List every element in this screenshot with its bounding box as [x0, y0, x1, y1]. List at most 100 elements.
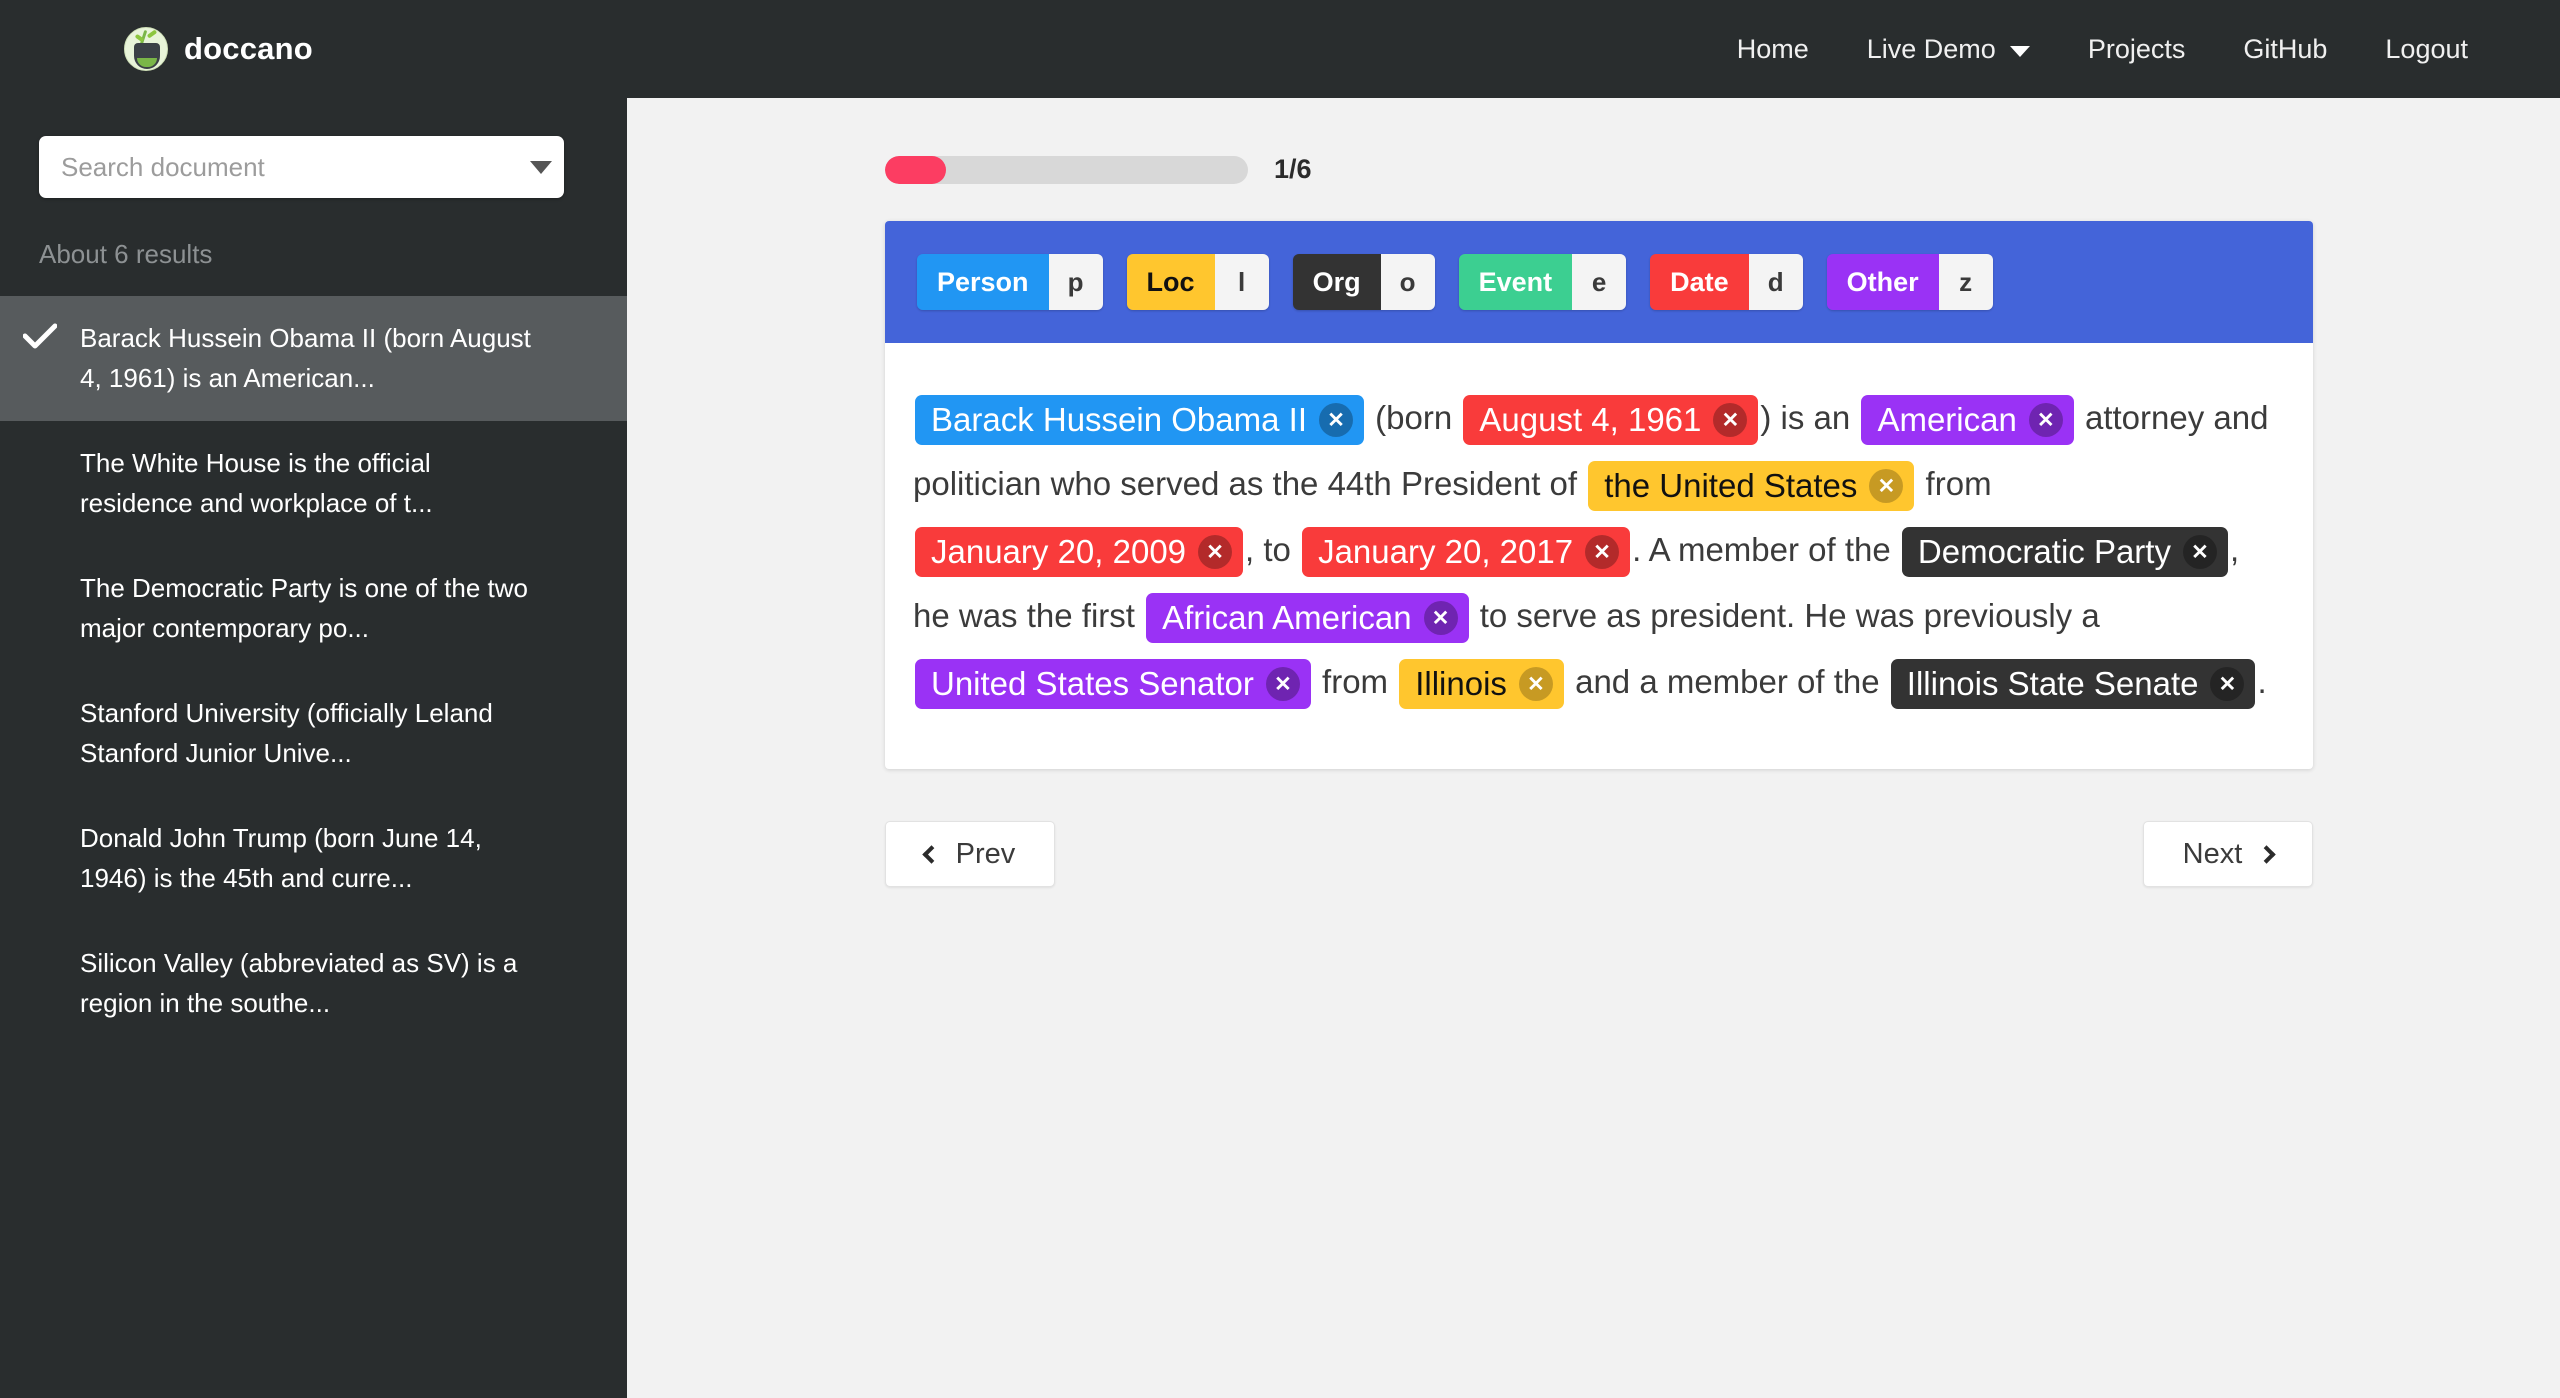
- document-list-item-text: Barack Hussein Obama II (born August 4, …: [80, 323, 531, 393]
- plain-text: . A member of the: [1632, 531, 1900, 568]
- label-chip-shortcut: z: [1938, 254, 1993, 310]
- entity-annotation[interactable]: Illinois ✕: [1399, 659, 1564, 710]
- document-list-item[interactable]: Stanford University (officially Leland S…: [0, 671, 627, 796]
- doccano-panda-logo: [124, 27, 168, 71]
- close-icon[interactable]: ✕: [1585, 535, 1620, 570]
- document-list-item[interactable]: Silicon Valley (abbreviated as SV) is a …: [0, 921, 627, 1046]
- document-list: Barack Hussein Obama II (born August 4, …: [0, 296, 627, 1046]
- label-chip-event[interactable]: Event e: [1458, 254, 1627, 310]
- entity-text: Democratic Party: [1917, 533, 2171, 571]
- entity-annotation[interactable]: United States Senator ✕: [915, 659, 1311, 710]
- document-list-item[interactable]: Donald John Trump (born June 14, 1946) i…: [0, 796, 627, 921]
- search-input[interactable]: [39, 151, 518, 183]
- nav-link-projects[interactable]: Projects: [2088, 34, 2186, 65]
- brand[interactable]: doccano: [124, 27, 313, 71]
- chevron-right-icon: [2257, 844, 2277, 864]
- close-icon[interactable]: ✕: [1198, 535, 1233, 570]
- nav-link-home-label: Home: [1736, 33, 1809, 64]
- document-list-item-text: The White House is the official residenc…: [80, 448, 433, 518]
- plain-text: (born: [1366, 399, 1462, 436]
- nav-link-github[interactable]: GitHub: [2243, 34, 2327, 65]
- progress-bar: [885, 155, 1248, 184]
- close-icon[interactable]: ✕: [1319, 403, 1353, 438]
- entity-text: American: [1877, 401, 2017, 439]
- label-chip-name: Person: [917, 254, 1049, 310]
- label-chip-loc[interactable]: Loc l: [1126, 254, 1269, 310]
- progress-bar-fill: [885, 155, 946, 184]
- entity-text: United States Senator: [931, 665, 1254, 703]
- document-text[interactable]: Barack Hussein Obama II ✕ (born August 4,…: [885, 343, 2313, 769]
- main-content: 1/6 Person p Loc l Org o Event e Date d Other z Bar…: [627, 98, 2560, 1398]
- results-count: About 6 results: [39, 239, 213, 269]
- label-chip-shortcut: d: [1748, 254, 1803, 310]
- label-chip-name: Org: [1292, 254, 1381, 310]
- check-placeholder: [0, 694, 80, 698]
- check-placeholder: [0, 569, 80, 573]
- close-icon[interactable]: ✕: [2028, 403, 2063, 438]
- check-icon: [0, 319, 80, 349]
- entity-annotation[interactable]: January 20, 2009 ✕: [915, 527, 1244, 578]
- document-list-item-text: Donald John Trump (born June 14, 1946) i…: [80, 823, 482, 893]
- label-chip-shortcut: l: [1214, 254, 1269, 310]
- entity-text: Barack Hussein Obama II: [931, 401, 1307, 439]
- document-list-item[interactable]: The White House is the official residenc…: [0, 421, 627, 546]
- top-navbar: doccano Home Live Demo Projects GitHub L…: [0, 0, 2560, 98]
- close-icon[interactable]: ✕: [2210, 667, 2245, 702]
- close-icon[interactable]: ✕: [1518, 667, 1553, 702]
- entity-annotation[interactable]: American ✕: [1861, 395, 2074, 446]
- nav-link-github-label: GitHub: [2243, 33, 2328, 64]
- chevron-down-icon[interactable]: [518, 136, 564, 198]
- nav-link-projects-label: Projects: [2087, 33, 2186, 64]
- entity-text: Illinois State Senate: [1906, 665, 2199, 703]
- plain-text: ) is an: [1760, 399, 1860, 436]
- label-chip-date[interactable]: Date d: [1650, 254, 1803, 310]
- label-chip-name: Date: [1650, 254, 1749, 310]
- close-icon[interactable]: ✕: [1423, 601, 1458, 636]
- label-chip-other[interactable]: Other z: [1826, 254, 1993, 310]
- label-chip-name: Other: [1826, 254, 1939, 310]
- entity-annotation[interactable]: Illinois State Senate ✕: [1890, 659, 2256, 710]
- entity-annotation[interactable]: Democratic Party ✕: [1901, 527, 2228, 578]
- nav-link-logout-label: Logout: [2385, 33, 2468, 64]
- label-toolbar: Person p Loc l Org o Event e Date d Other z: [885, 221, 2313, 343]
- entity-annotation[interactable]: August 4, 1961 ✕: [1463, 395, 1759, 446]
- nav-link-live-demo-label: Live Demo: [1866, 33, 1996, 64]
- label-chip-name: Event: [1458, 254, 1573, 310]
- next-button[interactable]: Next: [2143, 821, 2313, 887]
- check-placeholder: [0, 444, 80, 448]
- close-icon[interactable]: ✕: [1265, 667, 1300, 702]
- nav-link-live-demo[interactable]: Live Demo: [1867, 34, 2030, 65]
- nav-link-home[interactable]: Home: [1737, 34, 1809, 65]
- document-list-item[interactable]: The Democratic Party is one of the two m…: [0, 546, 627, 671]
- prev-button[interactable]: Prev: [885, 821, 1055, 887]
- label-chip-shortcut: p: [1048, 254, 1103, 310]
- progress-label: 1/6: [1274, 154, 1312, 184]
- entity-annotation[interactable]: African American ✕: [1146, 593, 1469, 644]
- document-list-item-text: The Democratic Party is one of the two m…: [80, 573, 528, 643]
- entity-annotation[interactable]: the United States ✕: [1588, 461, 1915, 512]
- entity-annotation[interactable]: Barack Hussein Obama II ✕: [915, 395, 1364, 446]
- plain-text: and a member of the: [1565, 663, 1889, 700]
- nav-link-logout[interactable]: Logout: [2385, 34, 2468, 65]
- close-icon[interactable]: ✕: [1869, 469, 1904, 504]
- progress-row: 1/6: [885, 154, 2560, 185]
- label-chip-person[interactable]: Person p: [917, 254, 1103, 310]
- label-chip-org[interactable]: Org o: [1292, 254, 1435, 310]
- entity-annotation[interactable]: January 20, 2017 ✕: [1302, 527, 1631, 578]
- plain-text: from: [1916, 465, 1992, 502]
- next-button-label: Next: [2182, 837, 2243, 870]
- entity-text: African American: [1162, 599, 1412, 637]
- brand-name: doccano: [184, 31, 313, 66]
- search-box[interactable]: [39, 136, 564, 198]
- label-chip-name: Loc: [1126, 254, 1215, 310]
- entity-text: January 20, 2009: [931, 533, 1187, 571]
- document-list-item-text: Stanford University (officially Leland S…: [80, 698, 493, 768]
- close-icon[interactable]: ✕: [2182, 535, 2217, 570]
- entity-text: August 4, 1961: [1479, 401, 1702, 439]
- document-list-item[interactable]: Barack Hussein Obama II (born August 4, …: [0, 296, 627, 422]
- label-chip-shortcut: o: [1380, 254, 1435, 310]
- entity-text: the United States: [1604, 467, 1858, 505]
- chevron-down-icon: [2009, 46, 2030, 57]
- entity-text: Illinois: [1415, 665, 1507, 703]
- close-icon[interactable]: ✕: [1713, 403, 1748, 438]
